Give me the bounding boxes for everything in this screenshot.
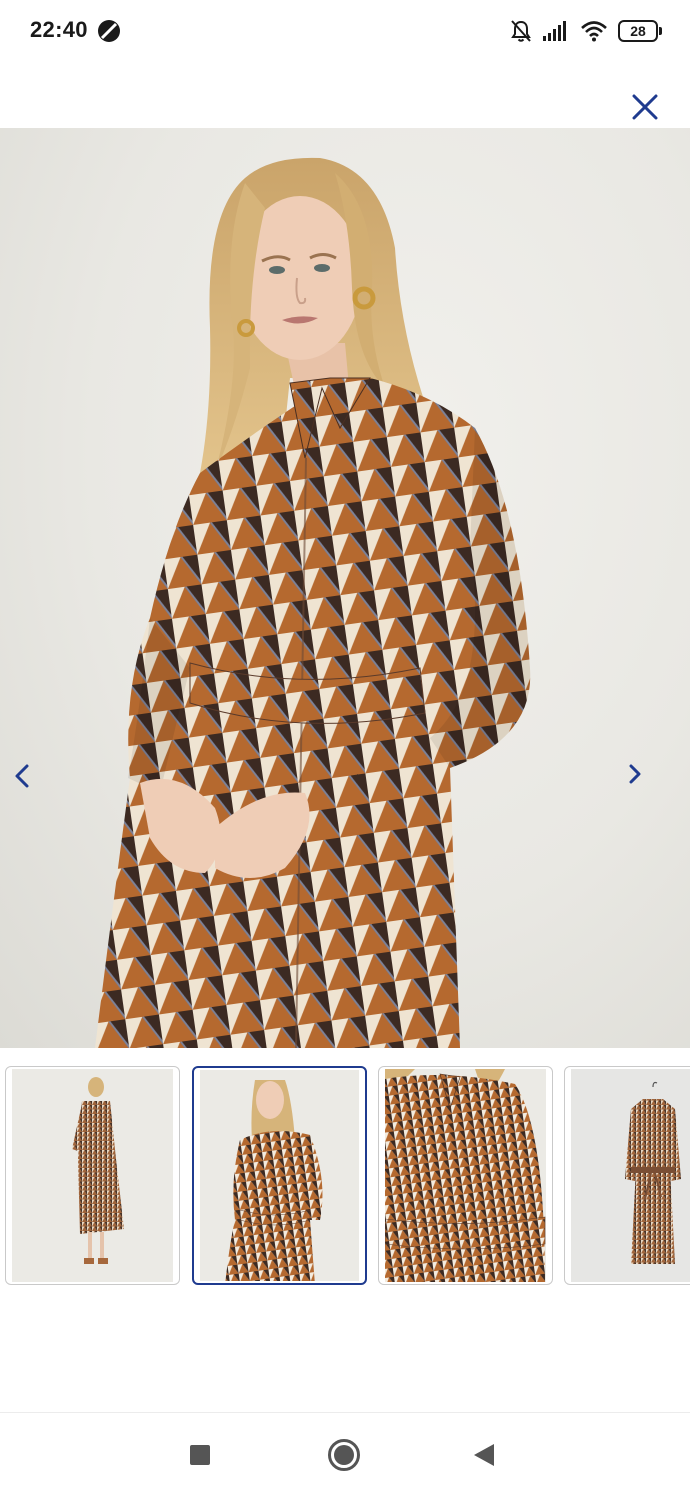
previous-image-button[interactable] — [14, 763, 54, 807]
close-button[interactable] — [624, 86, 666, 128]
battery-level: 28 — [630, 23, 646, 39]
chevron-right-icon — [629, 764, 641, 784]
thumbnail-on-hanger[interactable] — [564, 1066, 690, 1285]
status-bar: 22:40 28 — [0, 0, 690, 62]
cellular-signal-icon — [543, 21, 566, 41]
status-icons: 28 — [510, 17, 662, 45]
wifi-icon — [581, 21, 607, 42]
battery-icon: 28 — [618, 20, 662, 42]
system-navigation-bar — [0, 1412, 690, 1495]
thumbnail-half-body-front[interactable] — [192, 1066, 367, 1285]
thumbnail-detail-closeup[interactable] — [378, 1066, 553, 1285]
back-button[interactable] — [466, 1437, 502, 1473]
chevron-left-icon — [15, 764, 29, 788]
back-triangle-icon — [474, 1444, 494, 1466]
recents-square-icon — [190, 1445, 210, 1465]
home-button[interactable] — [326, 1437, 362, 1473]
thumbnail-strip — [0, 1066, 690, 1286]
notifications-muted-icon — [511, 20, 531, 42]
home-circle-icon — [328, 1439, 360, 1471]
do-not-disturb-icon — [98, 20, 120, 42]
close-icon — [632, 94, 658, 120]
thumbnail-full-length-front[interactable] — [5, 1066, 180, 1285]
thumbnail-image — [385, 1069, 546, 1282]
recents-button[interactable] — [182, 1437, 218, 1473]
status-time: 22:40 — [30, 17, 88, 42]
product-image-main[interactable] — [0, 128, 690, 1048]
thumbnail-image — [200, 1070, 359, 1281]
product-photo-illustration — [95, 157, 531, 1048]
thumbnail-image — [571, 1069, 690, 1282]
thumbnail-image — [12, 1069, 173, 1282]
next-image-button[interactable] — [628, 763, 668, 807]
